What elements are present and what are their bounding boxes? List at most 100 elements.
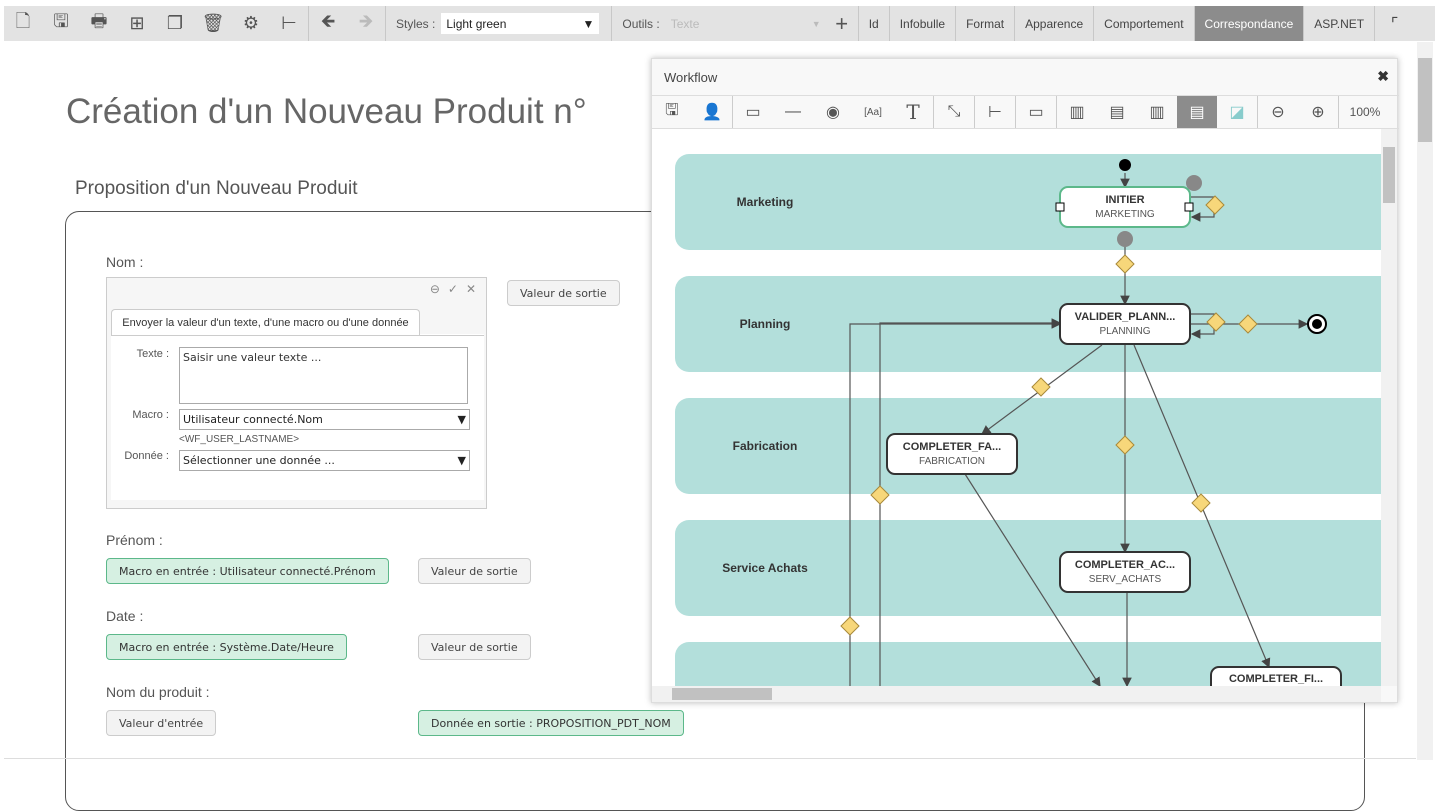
page-title: Création d'un Nouveau Produit n°	[66, 92, 587, 131]
zoom-in-icon[interactable]: ⊕	[1298, 96, 1338, 128]
add-icon[interactable]: +	[826, 6, 858, 41]
popup-tab[interactable]: Envoyer la valeur d'un texte, d'une macr…	[111, 309, 420, 336]
vertical-lanes-icon[interactable]: ▥	[1137, 96, 1177, 128]
tab-infobulle[interactable]: Infobulle	[888, 6, 955, 41]
end-node-inner	[1312, 319, 1322, 329]
rows-icon[interactable]: ▤	[1097, 96, 1137, 128]
workflow-task-node[interactable]	[886, 433, 1018, 475]
redo-icon[interactable]: 🡺	[347, 6, 385, 41]
check-icon[interactable]: ✓	[448, 282, 458, 296]
resize-handle[interactable]	[1055, 202, 1065, 212]
transition-arrow[interactable]	[849, 319, 1062, 686]
save-icon[interactable]: 🖫	[652, 96, 692, 128]
gateway-diamond[interactable]	[1115, 254, 1135, 274]
outils-value: Texte	[670, 16, 700, 31]
start-node[interactable]	[1119, 159, 1131, 171]
outils-label: Outils :	[622, 16, 660, 31]
close-icon[interactable]: ✖	[1377, 68, 1389, 85]
line-icon[interactable]: —	[773, 96, 813, 128]
page-scrollbar[interactable]	[1417, 42, 1433, 760]
nom-output-button[interactable]: Valeur de sortie	[507, 280, 620, 306]
gear-icon[interactable]: ⚙	[232, 6, 270, 41]
macro-code: <WF_USER_LASTNAME>	[179, 434, 300, 445]
task-lane: PLANNING	[1099, 326, 1150, 337]
produit-label: Nom du produit :	[106, 684, 210, 700]
new-document-icon[interactable]: 🗋	[4, 6, 42, 41]
columns-icon[interactable]: ▥	[1057, 96, 1097, 128]
print-icon[interactable]: 🖶	[80, 6, 118, 41]
tree-icon[interactable]: ⊢	[270, 6, 308, 41]
delete-node-icon[interactable]	[1186, 175, 1202, 191]
gateway-diamond[interactable]	[1031, 377, 1051, 397]
scrollbar-thumb[interactable]	[1418, 58, 1432, 142]
task-lane: FABRICATION	[919, 456, 985, 467]
horizontal-lanes-icon[interactable]: ▤	[1177, 96, 1217, 128]
gateway-diamond[interactable]	[1191, 493, 1211, 513]
swimlane-label: Fabrication	[733, 439, 798, 453]
prenom-input-button[interactable]: Macro en entrée : Utilisateur connecté.P…	[106, 558, 389, 584]
nom-label: Nom :	[106, 254, 144, 270]
donnee-value: Sélectionner une donnée ...	[183, 454, 335, 467]
workflow-task-node[interactable]	[1059, 303, 1191, 345]
styles-label: Styles :	[396, 16, 436, 31]
hierarchy-icon[interactable]: ⊢	[975, 96, 1015, 128]
workflow-v-scrollbar[interactable]	[1381, 129, 1397, 686]
styles-select[interactable]: Light green ▼	[441, 13, 600, 34]
tab-aspnet[interactable]: ASP.NET	[1303, 6, 1374, 41]
header-panel-icon[interactable]: ▭	[1016, 96, 1056, 128]
workflow-title: Workflow	[664, 70, 718, 85]
prenom-output-button[interactable]: Valeur de sortie	[418, 558, 531, 584]
zoom-out-icon[interactable]: ⊖	[1258, 96, 1298, 128]
task-name: COMPLETER_AC...	[1075, 559, 1175, 571]
tab-comportement[interactable]: Comportement	[1093, 6, 1193, 41]
chevron-down-icon: ▼	[582, 16, 595, 31]
workflow-diagram[interactable]: Marketing Planning Fabrication Service Acha…	[652, 129, 1381, 686]
gateway-diamond[interactable]	[840, 616, 860, 636]
task-lane: MARKETING	[1095, 209, 1155, 220]
add-user-icon[interactable]: 👤	[692, 96, 732, 128]
resize-handle[interactable]	[1184, 202, 1194, 212]
swimlane-label: Marketing	[737, 195, 794, 209]
date-output-button[interactable]: Valeur de sortie	[418, 634, 531, 660]
swimlane-label: Service Achats	[722, 561, 808, 575]
trash-icon[interactable]: 🗑	[194, 6, 232, 41]
macro-label: Macro :	[132, 409, 169, 421]
tab-format[interactable]: Format	[955, 6, 1014, 41]
donnee-select[interactable]: Sélectionner une donnée ... ▼	[179, 450, 470, 471]
texte-input[interactable]: Saisir une valeur texte ...	[179, 347, 468, 404]
color-fill-icon[interactable]: ◪	[1217, 96, 1257, 128]
task-name: COMPLETER_FI...	[1229, 673, 1323, 685]
task-name: VALIDER_PLANN...	[1075, 311, 1176, 323]
workflow-h-scrollbar[interactable]	[652, 686, 1381, 702]
workflow-task-node[interactable]	[1059, 186, 1191, 228]
add-transition-icon[interactable]	[1117, 231, 1133, 247]
save-icon[interactable]: 🖫	[42, 6, 80, 41]
swimlane-label: Planning	[740, 317, 791, 331]
chevron-down-icon: ▼	[457, 413, 466, 426]
outils-select[interactable]: Texte ▼	[666, 13, 826, 34]
workflow-task-node[interactable]	[1059, 551, 1191, 593]
expand-icon[interactable]: ⌜	[1374, 6, 1414, 41]
macro-select[interactable]: Utilisateur connecté.Nom ▼	[179, 409, 470, 430]
produit-output-button[interactable]: Donnée en sortie : PROPOSITION_PDT_NOM	[418, 710, 684, 736]
close-icon[interactable]: ✕	[466, 282, 476, 296]
tab-id[interactable]: Id	[857, 6, 889, 41]
undo-icon[interactable]: 🡸	[309, 6, 347, 41]
window-icon[interactable]: ❐	[156, 6, 194, 41]
text-icon[interactable]: T	[893, 96, 933, 128]
rectangle-icon[interactable]: ▭	[733, 96, 773, 128]
end-node-icon[interactable]: ◉	[813, 96, 853, 128]
date-input-button[interactable]: Macro en entrée : Système.Date/Heure	[106, 634, 347, 660]
task-name: COMPLETER_FA...	[903, 441, 1001, 453]
tab-apparence[interactable]: Apparence	[1014, 6, 1093, 41]
minimize-icon[interactable]: ⊖	[430, 282, 440, 296]
tab-correspondance[interactable]: Correspondance	[1193, 6, 1304, 41]
texte-label: Texte :	[136, 348, 169, 360]
connector-icon[interactable]: ⤡	[934, 96, 974, 128]
label-icon[interactable]: [Aa]	[853, 96, 893, 128]
workflow-canvas[interactable]: Marketing Planning Fabrication Service Acha…	[652, 129, 1381, 686]
workflow-toolbar: 🖫 👤 ▭ — ◉ [Aa] T ⤡ ⊢ ▭ ▥ ▤ ▥ ▤ ◪ ⊖ ⊕ 100…	[652, 95, 1399, 129]
produit-input-button[interactable]: Valeur d'entrée	[106, 710, 217, 736]
transition-arrow[interactable]	[879, 318, 1062, 686]
add-grid-icon[interactable]: ⊞	[118, 6, 156, 41]
